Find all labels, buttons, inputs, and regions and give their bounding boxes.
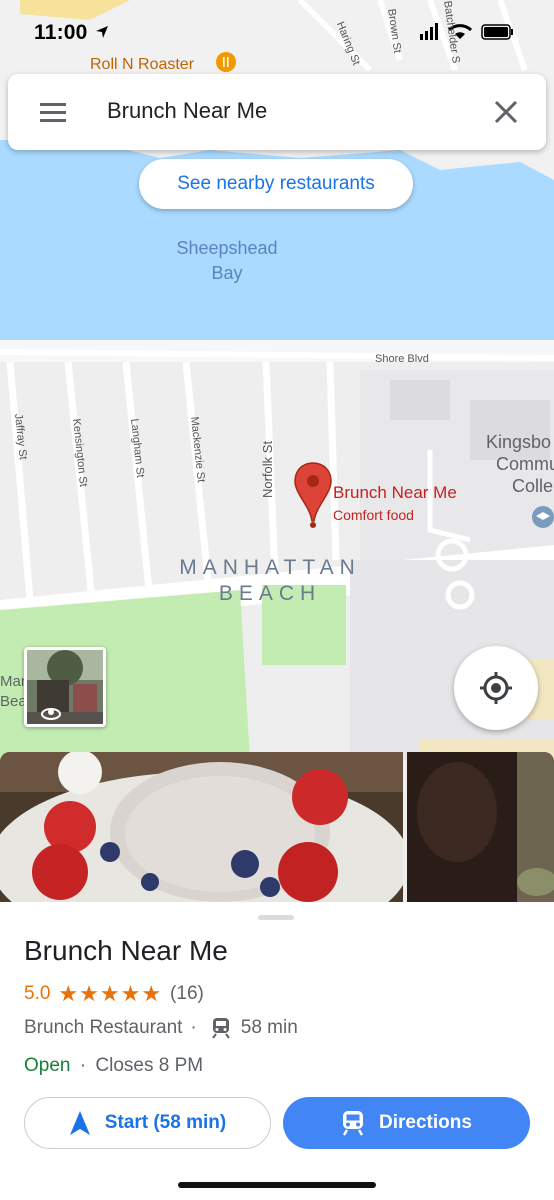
crosshair-icon: [480, 672, 512, 704]
search-bar[interactable]: Brunch Near Me: [8, 74, 546, 150]
train-icon: [343, 1111, 364, 1136]
navigation-arrow-icon: [69, 1111, 90, 1135]
search-input[interactable]: Brunch Near Me: [107, 98, 267, 124]
status-bar: 11:00: [0, 0, 554, 66]
status-icons: [420, 22, 530, 47]
location-arrow-icon: [96, 26, 108, 38]
neighborhood-line2: BEACH: [218, 582, 322, 605]
street-shore-blvd: Shore Blvd: [375, 353, 429, 365]
pin-title[interactable]: Brunch Near Me: [333, 483, 457, 503]
campus-label-line2: Commu: [496, 454, 554, 474]
photo-pancake[interactable]: [0, 752, 403, 904]
separator-dot: ·: [190, 1017, 197, 1038]
menu-icon[interactable]: [38, 98, 68, 126]
street-view-thumbnail[interactable]: [24, 647, 106, 727]
neighborhood-label: MANHATTAN BEACH: [160, 556, 380, 606]
campus-label-line1: Kingsbo: [486, 432, 552, 452]
my-location-button[interactable]: [454, 646, 538, 730]
place-photos[interactable]: [0, 752, 554, 904]
photo-second[interactable]: [407, 752, 554, 904]
status-time: 11:00: [34, 21, 88, 44]
signal-icon: [420, 23, 438, 40]
water-label: Sheepshead Bay: [167, 238, 287, 284]
location-pin-icon[interactable]: [293, 461, 333, 531]
closing-time: Closes 8 PM: [95, 1055, 204, 1076]
street-norfolk: Norfolk St: [260, 440, 275, 498]
train-icon: [211, 1018, 230, 1039]
pin-subtitle: Comfort food: [333, 507, 414, 523]
close-icon[interactable]: [492, 98, 520, 126]
rating-row[interactable]: 5.0 ★★★★★ (16): [24, 981, 204, 1007]
campus-label-line3: Colle: [512, 476, 554, 496]
separator-dot: ·: [79, 1055, 87, 1076]
water-label-line1: Sheepshead: [176, 238, 278, 258]
start-button-label: Start (58 min): [104, 1112, 227, 1133]
school-icon: [532, 506, 554, 528]
restaurant-icon: [216, 52, 236, 72]
campus-label: Kingsbo Commu Colle: [486, 431, 554, 497]
start-navigation-button[interactable]: Start (58 min): [24, 1097, 271, 1149]
directions-button-label: Directions: [379, 1112, 472, 1133]
rating-value: 5.0: [24, 983, 51, 1004]
review-count[interactable]: (16): [170, 983, 204, 1005]
see-nearby-restaurants-button[interactable]: See nearby restaurants: [139, 159, 413, 209]
hours-row[interactable]: Open · Closes 8 PM: [24, 1055, 203, 1077]
drag-handle[interactable]: [258, 915, 294, 920]
open-status: Open: [24, 1055, 71, 1076]
transit-time: 58 min: [240, 1017, 298, 1038]
directions-button[interactable]: Directions: [283, 1097, 530, 1149]
water-label-line2: Bay: [211, 263, 243, 283]
battery-icon: [481, 24, 513, 40]
neighborhood-line1: MANHATTAN: [179, 556, 361, 579]
home-indicator[interactable]: [178, 1182, 376, 1188]
place-sheet[interactable]: Brunch Near Me 5.0 ★★★★★ (16) Brunch Res…: [0, 902, 554, 1200]
place-category: Brunch Restaurant: [24, 1017, 183, 1038]
star-rating: ★★★★★: [58, 981, 163, 1006]
place-name: Brunch Near Me: [24, 935, 228, 966]
category-row: Brunch Restaurant · 58 min: [24, 1017, 298, 1039]
poi-roll-n-roaster[interactable]: Roll N Roaster: [90, 56, 194, 74]
